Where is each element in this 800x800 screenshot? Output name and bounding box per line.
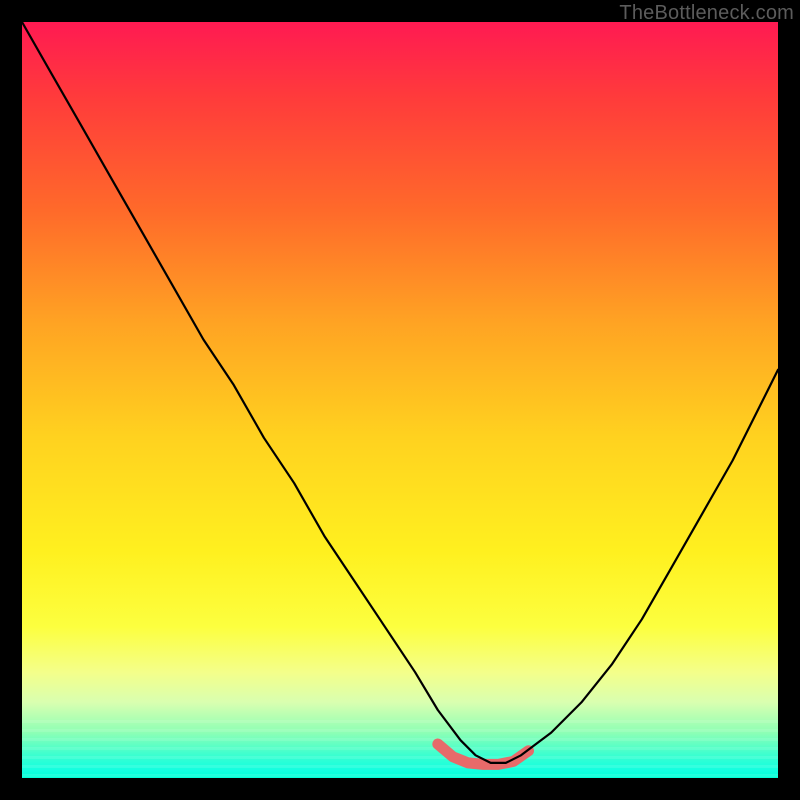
chart-frame: TheBottleneck.com bbox=[0, 0, 800, 800]
curve-svg-layer bbox=[22, 22, 778, 778]
optimal-range-marker bbox=[438, 744, 529, 764]
bottleneck-curve bbox=[22, 22, 778, 763]
plot-area bbox=[22, 22, 778, 778]
